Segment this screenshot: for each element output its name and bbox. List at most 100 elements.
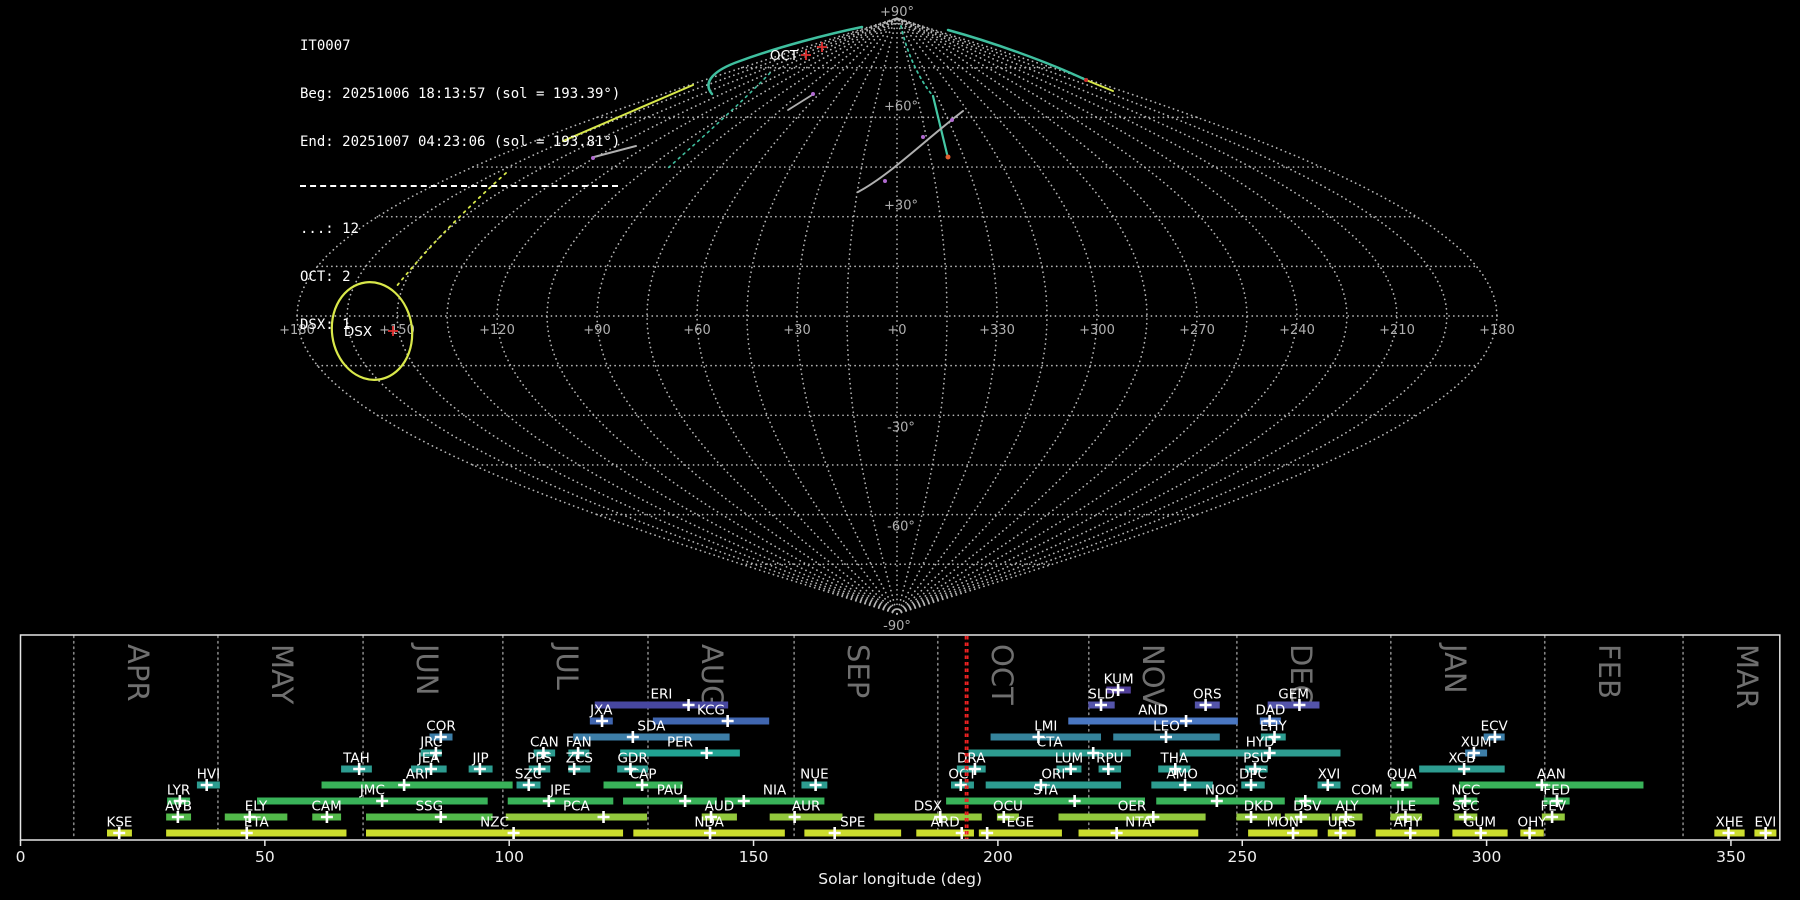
shower-label-AVB: AVB — [165, 799, 192, 815]
trail-point-6 — [811, 92, 815, 96]
shower-URS: URS — [1327, 815, 1356, 839]
shower-bar-PAU — [623, 797, 717, 805]
shower-label-DAD: DAD — [1255, 703, 1285, 719]
shower-label-LYR: LYR — [167, 783, 190, 799]
x-tick-label-200: 200 — [983, 848, 1013, 866]
lon-label-+0-0: +0 — [887, 323, 906, 338]
shower-bar-SPE — [804, 829, 902, 837]
shower-label-AMO: AMO — [1166, 767, 1198, 783]
shower-label-DRA: DRA — [957, 751, 986, 767]
x-tick-label-250: 250 — [1227, 848, 1257, 866]
trail-point-1 — [1084, 78, 1088, 82]
shower-peak-icon-AND — [1180, 715, 1193, 727]
pole-south-label: -90° — [883, 619, 911, 634]
shower-bar-KCG — [652, 717, 770, 725]
info-panel: IT0007 Beg: 20251006 18:13:57 (sol = 193… — [300, 6, 620, 365]
shower-SLD: SLD — [1088, 687, 1115, 711]
yellow-trail-east-tip — [1085, 79, 1114, 92]
shower-bar-PCA — [505, 813, 648, 821]
month-label-NOV: NOV — [1136, 644, 1170, 708]
x-tick-label-350: 350 — [1716, 848, 1746, 866]
shower-label-DPC: DPC — [1239, 767, 1267, 783]
begin-time: Beg: 20251006 18:13:57 (sol = 193.39°) — [300, 86, 621, 102]
shower-label-QUA: QUA — [1387, 767, 1418, 783]
shower-label-SSG: SSG — [415, 799, 443, 815]
shower-label-THA: THA — [1160, 751, 1189, 767]
shower-peak-icon-NTA — [1110, 827, 1123, 839]
x-tick-label-150: 150 — [739, 848, 769, 866]
shower-label-ARD: ARD — [931, 815, 960, 831]
shower-AVB: AVB — [165, 799, 192, 823]
shower-peak-icon-NIA — [737, 795, 750, 807]
shower-peak-icon-EGE — [981, 827, 994, 839]
shower-XCB: XCB — [1419, 751, 1505, 775]
shower-bar-ETA — [166, 829, 347, 837]
month-label-JAN: JAN — [1438, 642, 1472, 694]
shower-label-LEO: LEO — [1153, 719, 1180, 735]
shower-QUA: QUA — [1387, 767, 1418, 791]
shower-label-OER: OER — [1118, 799, 1147, 815]
month-label-OCT: OCT — [985, 644, 1019, 705]
shower-label-HYD: HYD — [1246, 735, 1275, 751]
lon-label-+180--180: +180 — [1479, 323, 1515, 338]
shower-NUE: NUE — [800, 767, 829, 791]
shower-label-ORI: ORI — [1041, 767, 1065, 783]
shower-label-COR: COR — [426, 719, 455, 735]
x-axis-title: Solar longitude (deg) — [818, 870, 982, 888]
shower-peak-icon-PER — [700, 747, 713, 759]
shower-label-AUR: AUR — [792, 799, 821, 815]
shower-bar-JMC — [257, 797, 488, 805]
shower-label-JMC: JMC — [359, 783, 385, 799]
count-oct: OCT: 2 — [300, 269, 351, 285]
x-tick-label-100: 100 — [494, 848, 524, 866]
shower-KSE: KSE — [106, 815, 132, 839]
shower-label-AAN: AAN — [1537, 767, 1566, 783]
oct-trail-east — [946, 28, 1088, 82]
shower-label-MON: MON — [1267, 815, 1299, 831]
shower-label-DSX: DSX — [914, 799, 942, 815]
shower-label-NOO: NOO — [1205, 783, 1236, 799]
month-label-JUL: JUL — [550, 642, 584, 690]
shower-label-JRC: JRC — [419, 735, 442, 751]
shower-label-LUM: LUM — [1055, 751, 1083, 767]
divider — [300, 185, 618, 187]
shower-XHE: XHE — [1714, 815, 1745, 839]
shower-label-URS: URS — [1328, 815, 1356, 831]
shower-peak-icon-NZC — [507, 827, 520, 839]
shower-label-NCC: NCC — [1451, 783, 1480, 799]
shower-label-XUM: XUM — [1461, 735, 1492, 751]
shower-label-GDR: GDR — [617, 751, 647, 767]
activity-timeline: APR MAY JUN JUL AUG SEP OCT NOV DEC JAN FEB MARKUME… — [16, 634, 1781, 888]
shower-label-ERI: ERI — [650, 687, 672, 703]
shower-CAM: CAM — [312, 799, 342, 823]
shower-label-CTA: CTA — [1037, 735, 1064, 751]
shower-label-TAH: TAH — [342, 751, 370, 767]
shower-label-FAN: FAN — [566, 735, 592, 751]
shower-bar-NTA — [1078, 829, 1199, 837]
shower-SZC: SZC — [515, 767, 542, 791]
shower-label-SLD: SLD — [1088, 687, 1115, 703]
lat-label--60: -60° — [887, 520, 915, 535]
meteor-observation-screen: +90° -90° +60° +30° -30° -60° +180 +150 +120 +90 +… — [0, 0, 1800, 900]
lon-label-+210--150: +210 — [1379, 323, 1415, 338]
shower-label-JIP: JIP — [472, 751, 489, 767]
shower-label-XVI: XVI — [1318, 767, 1340, 783]
shower-label-XHE: XHE — [1716, 815, 1744, 831]
shower-label-HVI: HVI — [197, 767, 220, 783]
pole-north-label: +90° — [880, 5, 914, 20]
sporadic-trail-3 — [787, 94, 813, 111]
shower-label-JPE: JPE — [549, 783, 571, 799]
shower-peak-icon-STA — [1068, 795, 1081, 807]
shower-label-PCA: PCA — [563, 799, 591, 815]
lat-label-60: +60° — [884, 99, 918, 114]
shower-label-NZC: NZC — [480, 815, 509, 831]
trail-point-0 — [945, 154, 951, 160]
shower-bar-STA — [946, 797, 1145, 805]
shower-label-OCT: OCT — [948, 767, 977, 783]
radiant-label-oct: OCT — [770, 48, 799, 64]
shower-label-NTA: NTA — [1125, 815, 1152, 831]
shower-label-AUD: AUD — [705, 799, 735, 815]
shower-label-PER: PER — [667, 735, 693, 751]
shower-label-PSU: PSU — [1243, 751, 1270, 767]
shower-label-SCC: SCC — [1452, 799, 1479, 815]
